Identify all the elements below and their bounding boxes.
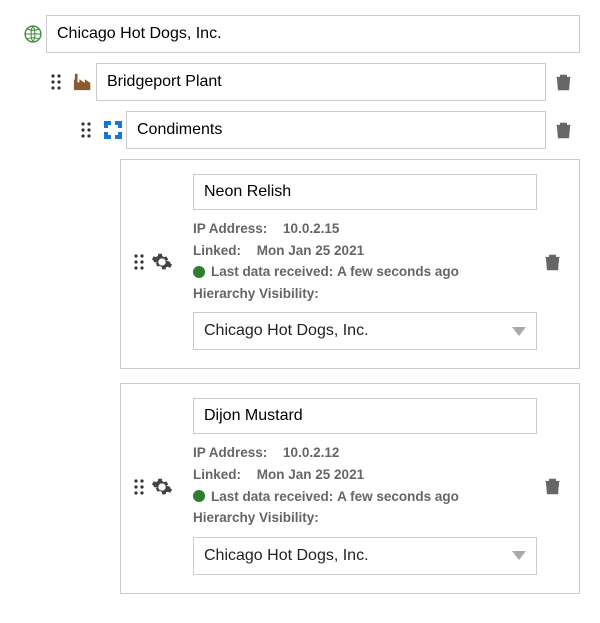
hierarchy-select[interactable]: Chicago Hot Dogs, Inc. (193, 312, 537, 350)
drag-handle-icon[interactable] (80, 122, 100, 138)
device-name-input[interactable] (193, 398, 537, 434)
device-card: IP Address: 10.0.2.15 Linked: Mon Jan 25… (120, 159, 580, 369)
org-row (20, 15, 580, 53)
delete-device-button[interactable] (537, 478, 567, 495)
plant-name-input[interactable] (96, 63, 546, 101)
hierarchy-select-value: Chicago Hot Dogs, Inc. (204, 547, 369, 565)
ip-address-line: IP Address: 10.0.2.12 (193, 442, 537, 464)
drag-handle-icon[interactable] (133, 254, 145, 270)
plant-row (20, 63, 580, 101)
hierarchy-select-value: Chicago Hot Dogs, Inc. (204, 322, 369, 340)
linked-date-line: Linked: Mon Jan 25 2021 (193, 240, 537, 262)
status-dot-icon (193, 490, 205, 502)
hierarchy-label: Hierarchy Visibility: (193, 507, 537, 529)
hierarchy-select[interactable]: Chicago Hot Dogs, Inc. (193, 537, 537, 575)
factory-icon (70, 72, 96, 92)
target-icon (100, 120, 126, 140)
delete-group-button[interactable] (546, 122, 580, 139)
group-name-input[interactable] (126, 111, 546, 149)
hierarchy-label: Hierarchy Visibility: (193, 283, 537, 305)
status-dot-icon (193, 266, 205, 278)
gear-icon[interactable] (151, 476, 173, 498)
chevron-down-icon (512, 327, 526, 336)
org-name-input[interactable] (46, 15, 580, 53)
device-card: IP Address: 10.0.2.12 Linked: Mon Jan 25… (120, 383, 580, 593)
gear-icon[interactable] (151, 251, 173, 273)
ip-address-line: IP Address: 10.0.2.15 (193, 218, 537, 240)
last-data-line: Last data received: A few seconds ago (193, 261, 537, 283)
last-data-line: Last data received: A few seconds ago (193, 486, 537, 508)
drag-handle-icon[interactable] (50, 74, 70, 90)
device-name-input[interactable] (193, 174, 537, 210)
globe-icon (20, 24, 46, 44)
drag-handle-icon[interactable] (133, 479, 145, 495)
linked-date-line: Linked: Mon Jan 25 2021 (193, 464, 537, 486)
delete-plant-button[interactable] (546, 74, 580, 91)
delete-device-button[interactable] (537, 254, 567, 271)
chevron-down-icon (512, 551, 526, 560)
group-row (20, 111, 580, 149)
